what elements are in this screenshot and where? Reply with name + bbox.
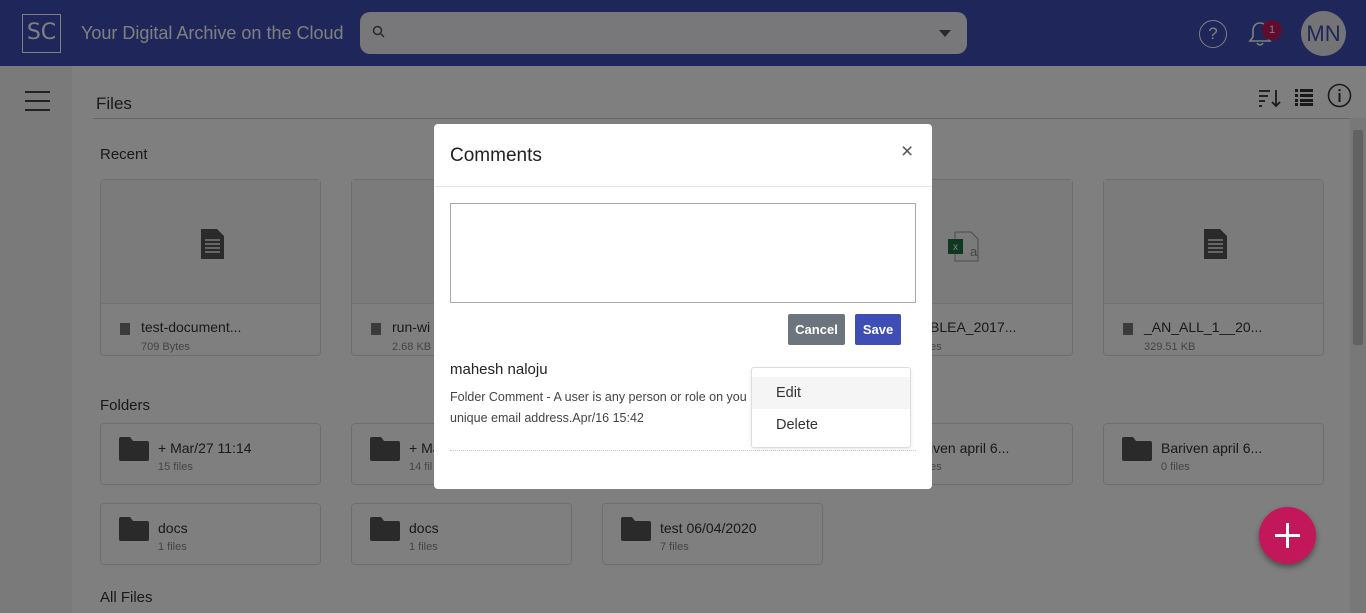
add-fab-button[interactable] (1259, 507, 1316, 564)
comments-modal: Comments × Cancel Save mahesh naloju Fol… (434, 124, 932, 489)
comment-author: mahesh naloju (450, 361, 548, 378)
comment-context-menu: Edit Delete (751, 367, 911, 448)
comment-textarea[interactable] (450, 203, 916, 303)
delete-menu-item[interactable]: Delete (752, 409, 910, 441)
comment-text: Folder Comment - A user is any person or… (450, 390, 747, 425)
comment-divider (450, 450, 916, 451)
cancel-button[interactable]: Cancel (788, 314, 845, 345)
edit-menu-item[interactable]: Edit (752, 377, 910, 409)
modal-header-divider (434, 186, 932, 187)
close-icon[interactable]: × (901, 140, 913, 164)
save-button[interactable]: Save (855, 314, 901, 345)
modal-title: Comments (450, 145, 542, 166)
